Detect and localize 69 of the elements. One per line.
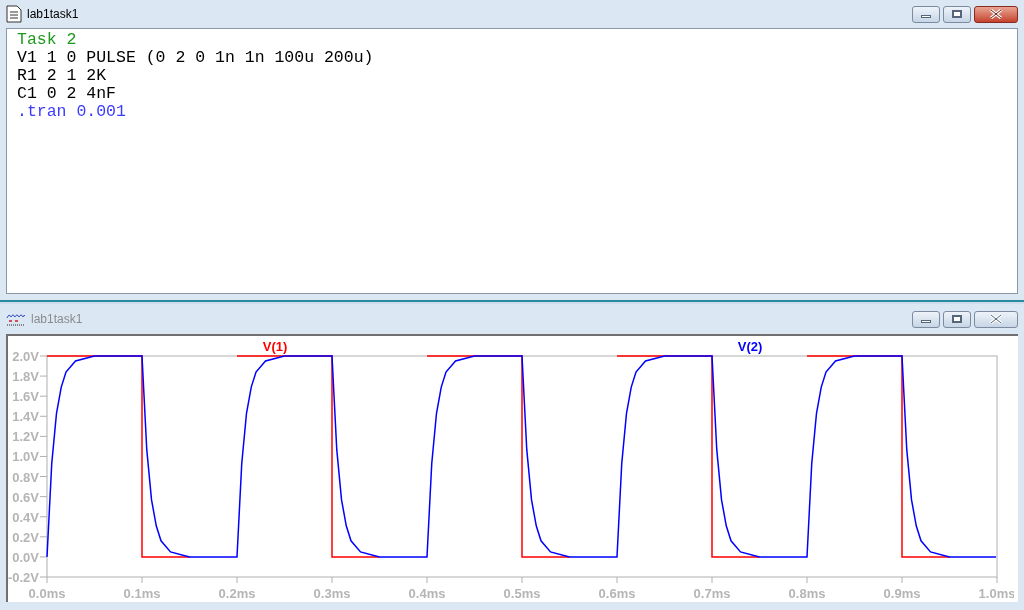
y-tick-label: 1.0V [12, 449, 40, 465]
document-icon [6, 5, 22, 23]
minimize-button[interactable] [912, 310, 940, 328]
y-tick-label: 0.4V [12, 509, 40, 525]
maximize-button[interactable] [943, 310, 971, 328]
y-tick: 1.8V [12, 369, 48, 385]
x-tick-label: 0.0ms [28, 586, 66, 601]
close-icon [990, 9, 1002, 19]
netlist-line: .tran 0.001 [17, 103, 127, 121]
x-tick: 0.3ms [313, 576, 351, 601]
y-tick: 1.0V [12, 449, 48, 465]
x-tick: 0.5ms [503, 576, 541, 601]
x-tick-label: 0.1ms [123, 586, 161, 601]
y-tick-label: 0.0V [12, 549, 40, 565]
x-tick-label: 1.0ms [978, 586, 1016, 601]
netlist-line: Task 2 [17, 31, 78, 49]
close-icon [990, 314, 1002, 324]
close-button[interactable] [974, 5, 1018, 23]
x-tick-label: 0.3ms [313, 586, 351, 601]
y-tick: 0.6V [12, 489, 48, 505]
window-title: lab1task1 [27, 6, 79, 23]
x-tick-label: 0.7ms [693, 586, 731, 601]
x-tick: 0.4ms [408, 576, 446, 601]
y-tick: 0.4V [12, 509, 48, 525]
x-tick-label: 0.8ms [788, 586, 826, 601]
window-title: lab1task1 [31, 311, 83, 328]
y-tick-label: 1.2V [12, 429, 40, 445]
y-tick: 0.0V [12, 549, 48, 565]
y-tick-label: 0.8V [12, 469, 40, 485]
x-tick-label: 0.6ms [598, 586, 636, 601]
x-tick: 1.0ms [978, 576, 1014, 601]
x-tick-label: 0.2ms [218, 586, 256, 601]
y-tick-label: 1.6V [12, 389, 40, 405]
x-tick: 0.7ms [693, 576, 731, 601]
y-tick-label: 0.6V [12, 489, 40, 505]
x-tick: 0.8ms [788, 576, 826, 601]
y-tick: 1.2V [12, 429, 48, 445]
netlist-editor[interactable]: Task 2 V1 1 0 PULSE (0 2 0 1n 1n 100u 200u) R1 2 1 2K C1 0 2 4nF .tran 0.001 [6, 28, 1018, 294]
y-tick-label: 1.8V [12, 369, 40, 385]
maximize-icon [952, 10, 962, 18]
y-tick-label: 1.4V [12, 409, 40, 425]
y-tick-label: -0.2V [7, 570, 40, 585]
x-tick-label: 0.5ms [503, 586, 541, 601]
waveform-icon [6, 312, 26, 326]
minimize-button[interactable] [912, 5, 940, 23]
maximize-icon [952, 315, 962, 323]
y-tick-label: 0.2V [12, 529, 40, 545]
y-tick: 1.6V [12, 389, 48, 405]
maximize-button[interactable] [943, 5, 971, 23]
x-tick: 0.1ms [123, 576, 161, 601]
minimize-icon [921, 14, 931, 18]
y-tick-label: 2.0V [12, 349, 40, 364]
x-tick-label: 0.4ms [408, 586, 446, 601]
y-tick: 0.2V [12, 529, 48, 545]
y-tick: 0.8V [12, 469, 48, 485]
y-tick: 1.4V [12, 409, 48, 425]
netlist-line: R1 2 1 2K [17, 67, 108, 85]
x-tick: 0.2ms [218, 576, 256, 601]
netlist-line: C1 0 2 4nF [17, 85, 118, 103]
x-tick-label: 0.9ms [883, 586, 921, 601]
trace-legend: V(1) [262, 339, 288, 354]
x-tick: 0.9ms [883, 576, 921, 601]
y-tick: -0.2V [8, 570, 48, 585]
close-button[interactable] [974, 310, 1018, 328]
x-tick: 0.6ms [598, 576, 636, 601]
y-tick: 2.0V [12, 349, 48, 364]
trace-legend: V(2) [737, 339, 763, 354]
minimize-icon [921, 319, 931, 323]
netlist-line: V1 1 0 PULSE (0 2 0 1n 1n 100u 200u) [17, 49, 375, 67]
